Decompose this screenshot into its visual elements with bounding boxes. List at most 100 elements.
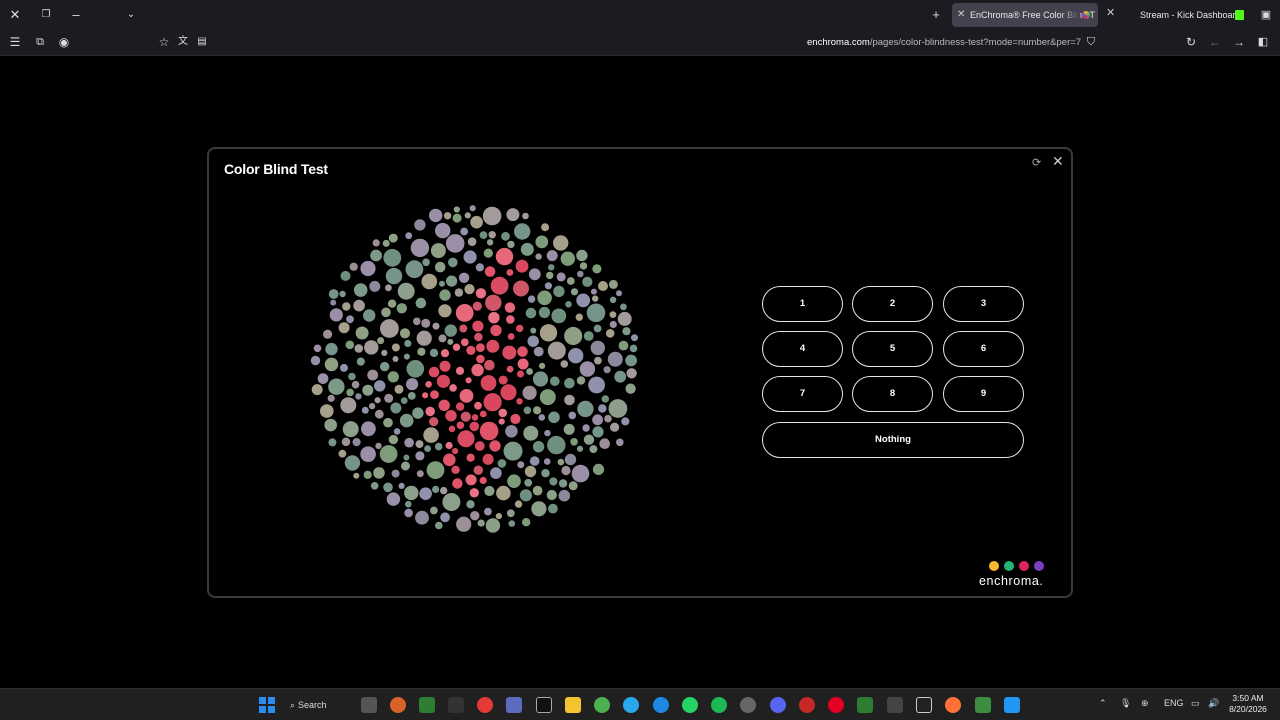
- task-view-icon[interactable]: [361, 697, 377, 713]
- windows-start-icon[interactable]: [259, 697, 275, 713]
- extensions-icon[interactable]: ⧉: [32, 34, 48, 50]
- plate-dot: [452, 478, 463, 489]
- volume-icon[interactable]: 🔊: [1208, 698, 1219, 709]
- plate-dot: [355, 326, 369, 340]
- plate-dot: [368, 402, 376, 410]
- discord-icon[interactable]: [770, 697, 786, 713]
- plate-dot: [524, 465, 537, 478]
- plate-dot: [313, 344, 322, 353]
- plate-dot: [327, 394, 335, 402]
- answer-6-button[interactable]: 6: [943, 331, 1024, 367]
- answer-8-button[interactable]: 8: [852, 376, 933, 412]
- plate-dot: [466, 500, 475, 509]
- minecraft-icon[interactable]: [975, 697, 991, 713]
- answer-3-button[interactable]: 3: [943, 286, 1024, 322]
- plate-dot: [568, 348, 584, 364]
- close-window-icon[interactable]: ✕: [6, 6, 24, 24]
- plate-dot: [498, 375, 508, 385]
- plate-dot: [575, 313, 583, 321]
- plate-dot: [582, 424, 590, 432]
- answer-2-button[interactable]: 2: [852, 286, 933, 322]
- plate-dot: [328, 378, 345, 395]
- pen-app-icon[interactable]: [448, 697, 464, 713]
- chrome-icon[interactable]: [594, 697, 610, 713]
- spotify-icon[interactable]: [711, 697, 727, 713]
- plate-dot: [396, 303, 407, 314]
- answer-nothing-button[interactable]: Nothing: [762, 422, 1024, 458]
- network-icon[interactable]: ⊕: [1141, 698, 1149, 709]
- plate-dot: [474, 401, 482, 410]
- chevron-up-icon[interactable]: ⌃: [1099, 698, 1107, 709]
- plate-dot: [328, 438, 337, 447]
- plate-dot: [404, 339, 412, 348]
- answer-5-button[interactable]: 5: [852, 331, 933, 367]
- firefox-icon[interactable]: [945, 697, 961, 713]
- close-icon[interactable]: ✕: [1052, 153, 1064, 170]
- plate-dot: [544, 282, 552, 290]
- photo-app-icon[interactable]: [1004, 697, 1020, 713]
- plate-dot: [455, 304, 474, 322]
- plate-dot: [605, 329, 615, 338]
- taskbar-search[interactable]: ⌕ Search: [290, 696, 327, 714]
- reader-view-icon[interactable]: ▤: [194, 34, 210, 50]
- plate-dot: [399, 413, 414, 428]
- steam-icon[interactable]: [740, 697, 756, 713]
- plate-dot: [586, 303, 606, 323]
- url-bar[interactable]: enchroma.com/pages/color-blindness-test?…: [807, 37, 1081, 48]
- opera-icon[interactable]: [799, 697, 815, 713]
- shield-icon[interactable]: ⛉: [1083, 34, 1099, 50]
- tab-enchroma[interactable]: ✕ EnChroma® Free Color Blind T: [952, 3, 1098, 27]
- capcut-app-icon[interactable]: [536, 697, 552, 713]
- settings-app-icon[interactable]: [916, 697, 932, 713]
- translate-icon[interactable]: 文: [175, 34, 191, 50]
- system-clock[interactable]: 3:50 AM 8/20/2026: [1226, 693, 1270, 715]
- pinterest-icon[interactable]: [828, 697, 844, 713]
- tab-list-icon[interactable]: ▣: [1257, 6, 1275, 24]
- answer-1-button[interactable]: 1: [762, 286, 843, 322]
- tab-kick-dashboard[interactable]: Stream - Kick Dashboard: [1140, 3, 1248, 27]
- back-icon[interactable]: ←: [1207, 34, 1223, 50]
- whatsapp-icon[interactable]: [682, 697, 698, 713]
- edge-icon[interactable]: [653, 697, 669, 713]
- new-tab-icon[interactable]: +: [927, 6, 945, 24]
- telegram-icon[interactable]: [623, 697, 639, 713]
- plate-dot: [582, 276, 593, 287]
- restore-window-icon[interactable]: ❐: [37, 6, 55, 24]
- reload-icon[interactable]: ↻: [1183, 34, 1199, 50]
- refresh-icon[interactable]: ⟳: [1032, 156, 1041, 169]
- plate-dot: [344, 455, 361, 471]
- plate-dot: [407, 392, 416, 400]
- tab-close-icon[interactable]: ✕: [1106, 6, 1115, 19]
- plate-dot: [403, 353, 410, 360]
- plate-dot: [543, 458, 551, 465]
- plate-dot: [485, 294, 502, 311]
- answer-7-button[interactable]: 7: [762, 376, 843, 412]
- display-icon[interactable]: ▭: [1191, 698, 1200, 709]
- microphone-icon[interactable]: 🎙: [1120, 698, 1131, 709]
- bookmark-star-icon[interactable]: ☆: [156, 34, 172, 50]
- claude-app-icon[interactable]: [390, 697, 406, 713]
- plate-dot: [558, 489, 571, 502]
- plate-dot: [435, 222, 451, 239]
- menu-icon[interactable]: ☰: [7, 34, 23, 50]
- cloud-app-icon[interactable]: [887, 697, 903, 713]
- plate-dot: [404, 485, 419, 501]
- plate-dot: [557, 458, 565, 466]
- capture-app-icon[interactable]: [506, 697, 522, 713]
- plate-dot: [470, 215, 483, 229]
- account-icon[interactable]: ◉: [56, 34, 72, 50]
- app-icon[interactable]: [857, 697, 873, 713]
- color-app-icon[interactable]: [477, 697, 493, 713]
- chevron-down-icon[interactable]: ⌄: [122, 6, 140, 24]
- file-explorer-icon[interactable]: [565, 697, 581, 713]
- tab-close-icon[interactable]: ✕: [957, 3, 965, 27]
- answer-4-button[interactable]: 4: [762, 331, 843, 367]
- answer-9-button[interactable]: 9: [943, 376, 1024, 412]
- minimize-window-icon[interactable]: –: [67, 6, 85, 24]
- sidebar-icon[interactable]: ◧: [1255, 34, 1271, 50]
- language-indicator[interactable]: ENG: [1164, 698, 1184, 708]
- forward-icon[interactable]: →: [1231, 34, 1247, 50]
- plate-dot: [361, 406, 369, 414]
- chart-app-icon[interactable]: [419, 697, 435, 713]
- plate-dot: [317, 373, 329, 384]
